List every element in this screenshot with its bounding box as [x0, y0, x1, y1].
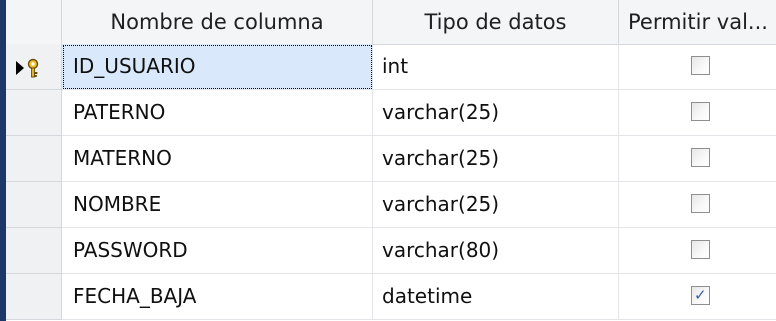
allow-nulls-checkbox[interactable] — [691, 240, 710, 259]
row-selector[interactable] — [6, 90, 62, 136]
allow-nulls-checkbox[interactable] — [691, 194, 710, 213]
data-type-cell[interactable]: datetime — [373, 274, 619, 320]
data-type-cell[interactable]: varchar(25) — [373, 182, 619, 228]
column-name-cell[interactable]: PASSWORD — [62, 228, 373, 274]
allow-nulls-cell: ✓ — [619, 274, 776, 320]
allow-nulls-header[interactable]: Permitir val... — [619, 0, 776, 44]
row-selector[interactable] — [6, 136, 62, 182]
data-type-cell[interactable]: varchar(25) — [373, 136, 619, 182]
column-name-cell[interactable]: NOMBRE — [62, 182, 373, 228]
table-designer: Nombre de columna Tipo de datos Permitir… — [0, 0, 776, 321]
row-selector-header[interactable] — [6, 0, 62, 44]
table-row[interactable]: NOMBRE varchar(25) — [6, 182, 776, 228]
column-name-cell[interactable]: PATERNO — [62, 90, 373, 136]
data-type-cell[interactable]: varchar(80) — [373, 228, 619, 274]
data-type-cell[interactable]: varchar(25) — [373, 90, 619, 136]
table-row[interactable]: ID_USUARIO int — [6, 44, 776, 90]
row-selector[interactable] — [6, 182, 62, 228]
column-name-cell[interactable]: MATERNO — [62, 136, 373, 182]
allow-nulls-checkbox[interactable] — [691, 102, 710, 121]
column-name-header[interactable]: Nombre de columna — [62, 0, 373, 44]
column-name-cell[interactable]: FECHA_BAJA — [62, 274, 373, 320]
data-type-header[interactable]: Tipo de datos — [373, 0, 619, 44]
allow-nulls-cell — [619, 44, 776, 90]
allow-nulls-cell — [619, 182, 776, 228]
column-name-cell[interactable]: ID_USUARIO — [62, 44, 373, 90]
allow-nulls-cell — [619, 228, 776, 274]
row-selector[interactable] — [6, 274, 62, 320]
row-selector[interactable] — [6, 44, 62, 90]
checkmark-icon: ✓ — [694, 286, 707, 304]
allow-nulls-checkbox[interactable] — [691, 56, 710, 75]
column-grid: Nombre de columna Tipo de datos Permitir… — [6, 0, 776, 321]
table-row[interactable]: FECHA_BAJA datetime ✓ — [6, 274, 776, 320]
allow-nulls-checkbox[interactable]: ✓ — [691, 286, 710, 305]
table-row[interactable]: PASSWORD varchar(80) — [6, 228, 776, 274]
table-row[interactable]: MATERNO varchar(25) — [6, 136, 776, 182]
allow-nulls-checkbox[interactable] — [691, 148, 710, 167]
row-selector[interactable] — [6, 228, 62, 274]
grid-header: Nombre de columna Tipo de datos Permitir… — [6, 0, 776, 45]
primary-key-row-pointer-icon — [16, 58, 39, 78]
allow-nulls-cell — [619, 90, 776, 136]
table-row[interactable]: PATERNO varchar(25) — [6, 90, 776, 136]
data-type-cell[interactable]: int — [373, 44, 619, 90]
allow-nulls-cell — [619, 136, 776, 182]
